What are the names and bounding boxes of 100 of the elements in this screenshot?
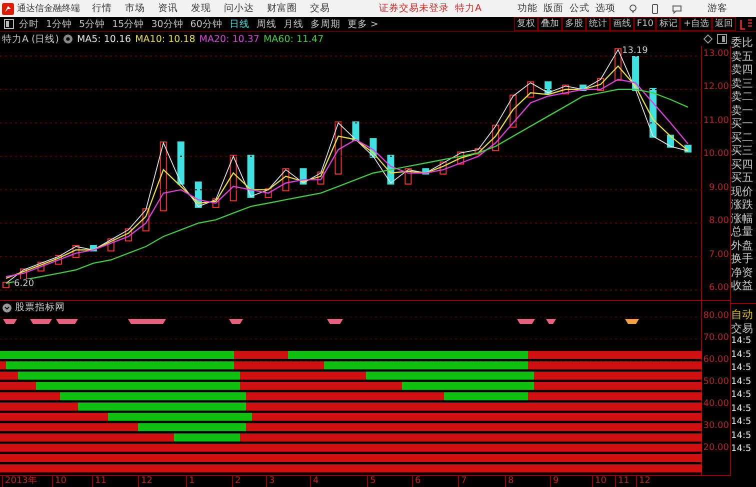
indicator-axis-label: 60.00 — [703, 355, 729, 365]
date-axis-label: 3 — [266, 476, 275, 487]
quote-label: 涨跌 — [731, 198, 754, 212]
login-notice[interactable]: 证券交易未登录 — [379, 2, 449, 15]
date-axis-label: 2 — [232, 476, 241, 487]
trade-time: 14:5 — [731, 416, 752, 429]
level-indicator-icon — [740, 18, 754, 30]
toolbar-button[interactable]: +自选 — [680, 17, 712, 31]
date-axis-label: 12 — [636, 476, 650, 487]
toolbar-button[interactable]: 返回 — [712, 17, 736, 31]
price-axis-label: 10.00 — [703, 149, 729, 160]
top-menu-item[interactable]: 选项 — [596, 2, 616, 15]
price-axis-label: 6.00 — [708, 282, 729, 293]
toolbar-button[interactable]: 标记 — [656, 17, 680, 31]
toolbar-button[interactable]: 复权 — [514, 17, 538, 31]
app-logo-icon — [2, 2, 14, 14]
period-tab[interactable]: 60分钟 — [190, 18, 222, 30]
trade-time: 14:5 — [731, 362, 752, 375]
trade-label: 交易 — [731, 322, 754, 335]
toolbar-button[interactable]: 统计 — [586, 17, 610, 31]
trade-time: 14:5 — [731, 402, 752, 416]
period-tab[interactable]: 分时 — [19, 18, 39, 30]
quote-label: 买二 — [731, 130, 754, 144]
quote-label: 现价 — [731, 184, 754, 198]
message-icon[interactable] — [672, 4, 682, 14]
ma-name: MA5: — [76, 34, 101, 44]
trade-time: 14:5 — [731, 348, 752, 362]
indicator-axis-label: 80.00 — [703, 311, 729, 321]
price-axis-label: 12.00 — [703, 82, 729, 92]
toolbar-button[interactable]: F10 — [634, 17, 656, 31]
period-tab[interactable]: 1分钟 — [46, 18, 72, 30]
price-axis-label: 11.00 — [703, 116, 729, 126]
top-menu-item[interactable]: 功能 — [518, 2, 538, 15]
quote-label: 收益 — [731, 279, 754, 292]
price-annotation: 13.19 — [622, 46, 648, 56]
price-axis-label: 7.00 — [708, 250, 729, 260]
quote-label: 卖二 — [731, 90, 754, 104]
quote-label: 委比 — [731, 36, 754, 50]
settings-icon[interactable] — [62, 34, 73, 44]
date-axis-label: 1 — [186, 476, 195, 487]
trade-time: 14:5 — [731, 443, 752, 456]
panel-toggle-icon[interactable] — [4, 19, 14, 29]
date-axis-label: 9 — [550, 476, 559, 487]
menu-item[interactable]: 交易 — [310, 2, 330, 15]
ma-value: 11.47 — [296, 34, 324, 44]
quote-label: 卖三 — [731, 76, 754, 90]
price-axis-label: 9.00 — [708, 182, 729, 193]
quote-label: 涨幅 — [731, 212, 754, 225]
menu-item[interactable]: 财富圈 — [267, 2, 297, 15]
collapse-icon[interactable] — [2, 302, 12, 312]
quote-label: 净资 — [731, 266, 754, 279]
period-tab[interactable]: 5分钟 — [79, 18, 106, 30]
menu-item[interactable]: 资讯 — [158, 2, 178, 15]
toolbar-button[interactable]: 多股 — [562, 17, 586, 31]
panel-icon[interactable] — [717, 34, 727, 44]
period-tab[interactable]: 15分钟 — [112, 18, 144, 30]
period-tab[interactable]: 更多 > — [347, 18, 378, 30]
date-axis-label: 2013年 — [2, 476, 37, 487]
ma-value: 10.16 — [104, 34, 132, 44]
period-tab[interactable]: 周线 — [256, 18, 276, 30]
quote-label: 卖五 — [731, 50, 754, 63]
indicator-axis-label: 30.00 — [703, 421, 729, 431]
quote-label: 买三 — [731, 144, 754, 158]
user-label[interactable]: 游客 — [708, 2, 728, 15]
toolbar-button[interactable]: 画线 — [610, 17, 634, 31]
quote-label: 买四 — [731, 158, 754, 171]
top-menu-item[interactable]: 版面 — [544, 2, 564, 15]
ma-value: 10.18 — [168, 34, 196, 44]
period-tab[interactable]: 日线 — [229, 18, 250, 30]
stock-name: 特力A — [455, 2, 482, 15]
quote-label: 外盘 — [731, 238, 754, 252]
date-axis-label: 7 — [458, 476, 467, 487]
price-annotation: 6.20 — [14, 279, 34, 290]
trade-time: 14:5 — [731, 389, 752, 402]
indicator-title: 股票指标网 — [15, 301, 65, 314]
period-tab[interactable]: 月线 — [283, 18, 304, 30]
indicator-axis-label: 50.00 — [703, 377, 729, 387]
auto-label[interactable]: 自动 — [731, 308, 756, 322]
date-axis-label: 11 — [92, 476, 106, 487]
diamond-icon[interactable] — [703, 34, 713, 44]
price-axis-label: 8.00 — [708, 216, 729, 226]
lightbulb-icon[interactable] — [628, 4, 638, 14]
date-axis-label: 10 — [592, 476, 606, 487]
ma-name: MA60: — [263, 34, 294, 44]
menu-item[interactable]: 市场 — [125, 2, 145, 15]
date-axis-label: 8 — [505, 476, 514, 487]
ma-name: MA10: — [135, 34, 166, 44]
price-axis-label: 13.00 — [703, 49, 729, 60]
menu-item[interactable]: 行情 — [92, 2, 112, 15]
indicator-axis-label: 70.00 — [703, 333, 729, 343]
period-tab[interactable]: 30分钟 — [151, 18, 184, 30]
toolbar-button[interactable]: 叠加 — [538, 17, 562, 31]
period-tab[interactable]: 多周期 — [310, 18, 340, 30]
menu-item[interactable]: 发现 — [191, 2, 211, 15]
indicator-axis-label: 40.00 — [703, 399, 729, 409]
phone-icon[interactable] — [650, 4, 660, 14]
date-axis-label: 10 — [52, 476, 66, 487]
trade-time: 14:5 — [731, 430, 752, 442]
top-menu-item[interactable]: 公式 — [570, 2, 590, 15]
menu-item[interactable]: 问小达 — [224, 2, 254, 15]
